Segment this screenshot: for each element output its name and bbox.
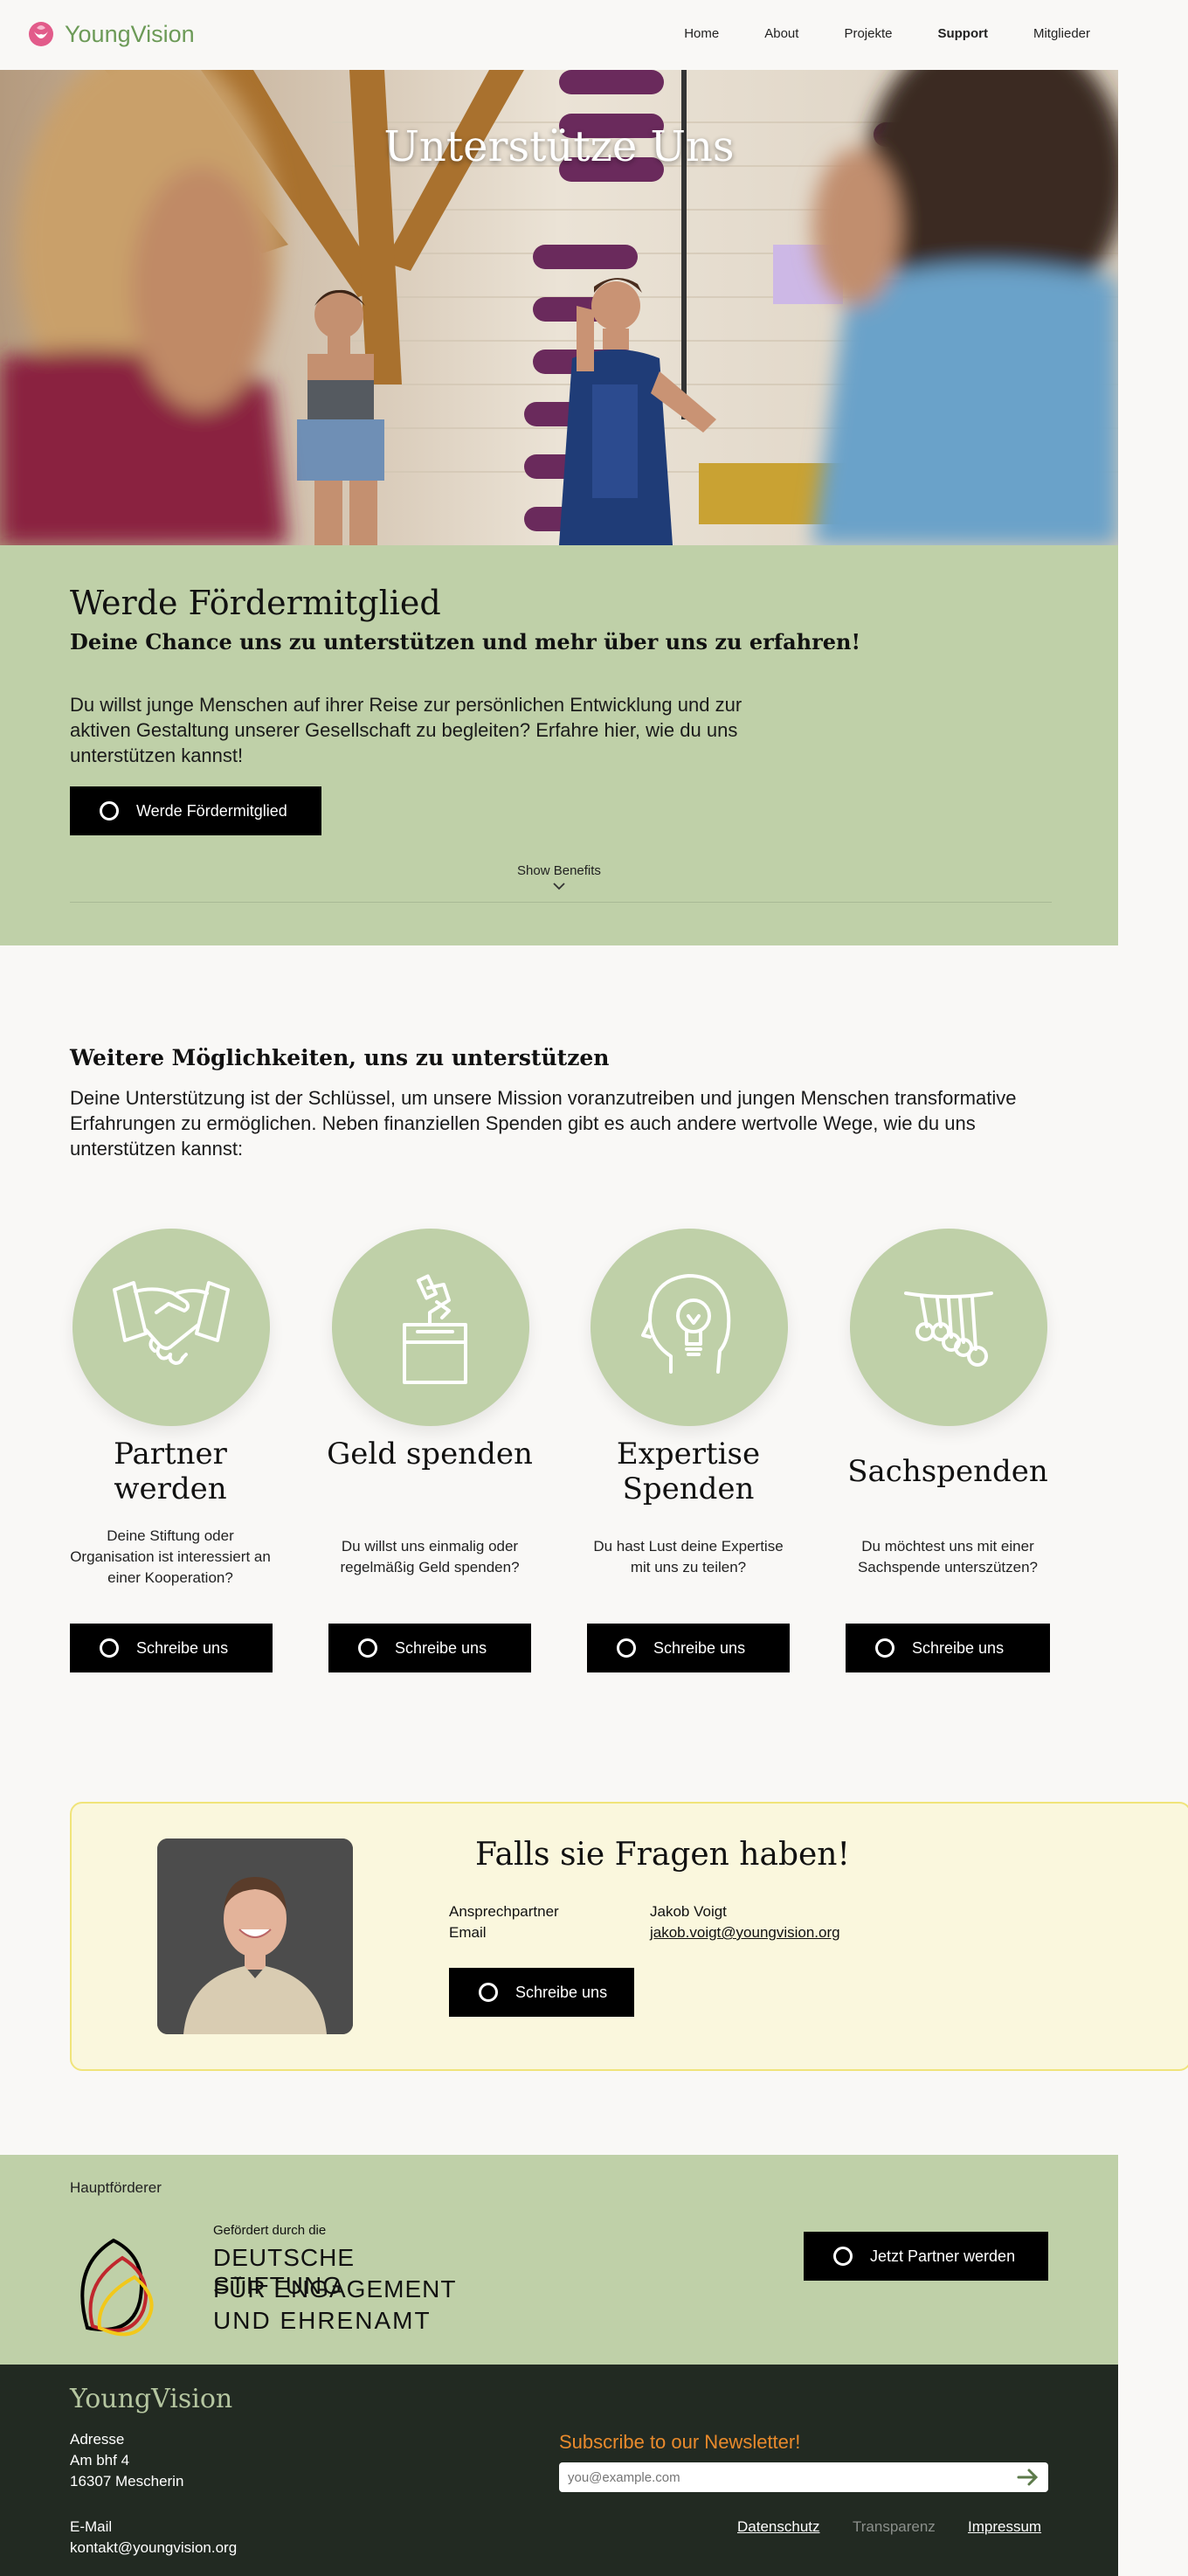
show-benefits-toggle[interactable]: Show Benefits <box>0 863 1118 894</box>
circle-icon <box>100 1638 119 1658</box>
material-write-button[interactable]: Schreibe uns <box>846 1624 1050 1672</box>
material-circle <box>850 1229 1047 1426</box>
partner-circle <box>73 1229 270 1426</box>
contact-write-label: Schreibe uns <box>515 1983 608 2001</box>
membership-title: Werde Fördermitglied <box>70 584 441 622</box>
footer-email[interactable]: kontakt@youngvision.org <box>70 2539 237 2557</box>
footer-logo[interactable]: YoungVision <box>70 2384 232 2414</box>
footer-address-label: Adresse <box>70 2431 125 2448</box>
circle-icon <box>875 1638 894 1658</box>
partner-write-label: Schreibe uns <box>136 1638 229 1657</box>
nav-mitglieder[interactable]: Mitglieder <box>1033 26 1090 41</box>
expertise-write-button[interactable]: Schreibe uns <box>587 1624 790 1672</box>
material-write-label: Schreibe uns <box>912 1638 1005 1657</box>
site-logo[interactable]: YoungVision <box>26 19 195 49</box>
site-footer: YoungVision Adresse Am bhf 4 16307 Mesch… <box>0 2365 1118 2576</box>
nav-about[interactable]: About <box>764 26 798 41</box>
partner-write-button[interactable]: Schreibe uns <box>70 1624 273 1672</box>
site-header: YoungVision Home About Projekte Support … <box>0 0 1188 70</box>
contact-email-link[interactable]: jakob.voigt@youngvision.org <box>650 1924 840 1942</box>
newsletter-form <box>559 2462 1048 2492</box>
main-nav: Home About Projekte Support Mitglieder <box>684 26 1090 41</box>
contact-photo <box>157 1839 353 2034</box>
lightbulb-head-icon <box>641 1274 731 1374</box>
circle-icon <box>833 2247 853 2266</box>
sponsor-logo-line2: FÜR ENGAGEMENT <box>213 2275 457 2302</box>
lotus-heart-icon <box>29 22 53 46</box>
contact-email-label: Email <box>449 1924 487 1941</box>
newsletter-title: Subscribe to our Newsletter! <box>559 2431 801 2453</box>
footer-address-line2: 16307 Mescherin <box>70 2473 184 2489</box>
expertise-write-label: Schreibe uns <box>653 1638 746 1657</box>
become-member-label: Werde Fördermitglied <box>136 801 287 820</box>
nav-projekte[interactable]: Projekte <box>844 26 892 41</box>
contact-portrait <box>157 1839 353 2034</box>
membership-text: Du willst junge Menschen auf ihrer Reise… <box>70 694 742 766</box>
sponsor-logo[interactable]: Gefördert durch die DEUTSCHE STIFTUNG FÜ… <box>70 2223 472 2345</box>
arrow-right-icon[interactable] <box>1017 2468 1040 2487</box>
ehrenamt-leaf-icon <box>80 2238 154 2337</box>
donate-text: Du willst uns einmalig oder regelmäßig G… <box>340 1538 520 1575</box>
material-title: Sachspenden <box>847 1454 1048 1489</box>
footer-email-label: E-Mail <box>70 2518 113 2535</box>
footer-link-datenschutz[interactable]: Datenschutz <box>737 2518 820 2536</box>
benefits-divider <box>70 902 1052 903</box>
contact-write-button[interactable]: Schreibe uns <box>449 1968 634 2017</box>
show-benefits-label: Show Benefits <box>517 863 601 878</box>
footer-address-line1: Am bhf 4 <box>70 2452 130 2469</box>
donate-write-label: Schreibe uns <box>395 1638 487 1657</box>
partner-title: Partner werden <box>114 1437 227 1506</box>
contact-card: Falls sie Fragen haben! Ansprechpartner … <box>70 1802 1188 2071</box>
hero-title: Unterstütze Uns <box>383 122 735 171</box>
circle-icon <box>617 1638 636 1658</box>
sponsor-logo-line3: UND EHRENAMT <box>213 2307 432 2334</box>
circle-icon <box>358 1638 377 1658</box>
newtons-cradle-icon <box>904 1291 993 1367</box>
newsletter-email-input[interactable] <box>568 2468 987 2487</box>
hero-banner: Unterstütze Uns <box>0 70 1118 545</box>
donate-write-button[interactable]: Schreibe uns <box>328 1624 531 1672</box>
nav-home[interactable]: Home <box>684 26 719 41</box>
sponsor-logo-small: Gefördert durch die <box>213 2223 327 2238</box>
footer-link-transparenz[interactable]: Transparenz <box>853 2518 936 2536</box>
partner-text: Deine Stiftung oder Organisation ist int… <box>70 1527 271 1586</box>
donation-box-icon <box>403 1274 467 1384</box>
footer-link-impressum[interactable]: Impressum <box>968 2518 1041 2536</box>
become-partner-label: Jetzt Partner werden <box>870 2247 1016 2265</box>
logo-text: YoungVision <box>65 20 195 47</box>
sponsor-section: Hauptförderer Gefördert durch die DEUTSC… <box>0 2155 1118 2365</box>
contact-title: Falls sie Fragen haben! <box>475 1837 850 1873</box>
chevron-down-icon <box>553 883 565 890</box>
donate-title: Geld spenden <box>327 1437 533 1472</box>
become-member-button[interactable]: Werde Fördermitglied <box>70 786 321 835</box>
become-partner-button[interactable]: Jetzt Partner werden <box>804 2232 1048 2281</box>
material-text: Du möchtest uns mit einer Sachspende unt… <box>857 1538 1039 1575</box>
expertise-circle <box>591 1229 788 1426</box>
donate-circle <box>332 1229 529 1426</box>
handshake-icon <box>113 1281 230 1365</box>
nav-support[interactable]: Support <box>937 26 988 41</box>
contact-person-name: Jakob Voigt <box>650 1903 727 1920</box>
membership-subtitle: Deine Chance uns zu unterstützen und meh… <box>70 629 860 654</box>
circle-icon <box>479 1983 498 2002</box>
expertise-text: Du hast Lust deine Expertise mit uns zu … <box>593 1538 784 1575</box>
ways-text: Deine Unterstützung ist der Schlüssel, u… <box>70 1087 1017 1160</box>
circle-icon <box>100 801 119 821</box>
expertise-title: Expertise Spenden <box>616 1437 761 1506</box>
ways-title: Weitere Möglichkeiten, uns zu unterstütz… <box>70 1045 610 1070</box>
contact-person-label: Ansprechpartner <box>449 1903 559 1920</box>
sponsor-heading: Hauptförderer <box>70 2179 162 2196</box>
